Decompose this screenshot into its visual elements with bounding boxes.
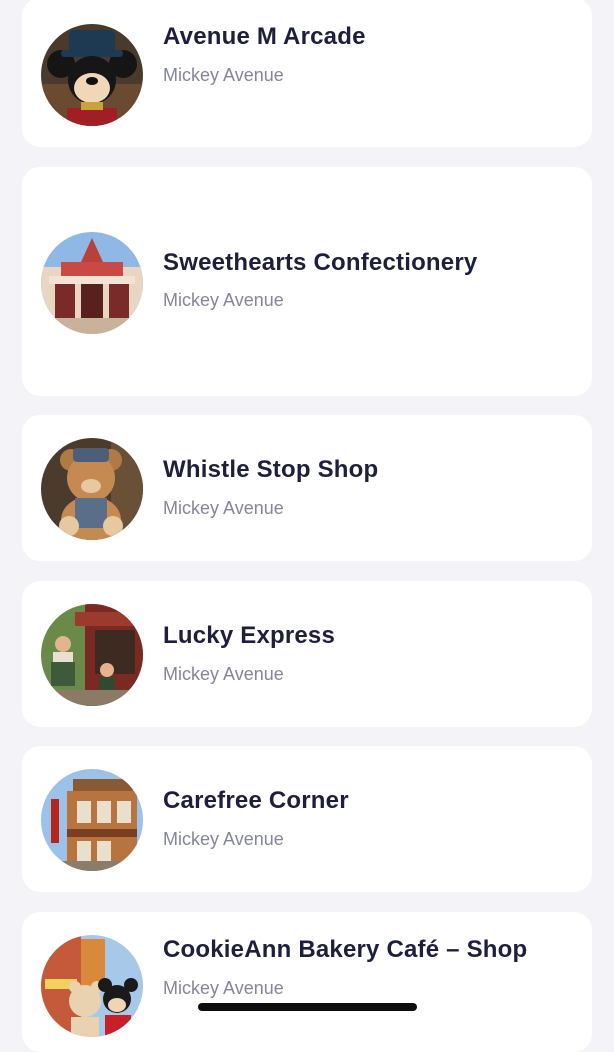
shop-area: Mickey Avenue: [163, 65, 284, 85]
shop-name: Whistle Stop Shop: [163, 456, 379, 483]
shop-thumbnail-image: [41, 935, 143, 1037]
shop-name: CookieAnn Bakery Café – Shop: [163, 936, 528, 963]
shop-area: Mickey Avenue: [163, 290, 284, 310]
shop-card-lucky-express[interactable]: Lucky Express Mickey Avenue: [22, 581, 592, 727]
shop-card-carefree-corner[interactable]: Carefree Corner Mickey Avenue: [22, 746, 592, 892]
shop-card-sweethearts-confectionery[interactable]: Sweethearts Confectionery Mickey Avenue: [22, 167, 592, 396]
shop-card-avenue-m-arcade[interactable]: Avenue M Arcade Mickey Avenue: [22, 0, 592, 147]
shop-thumbnail-image: [41, 24, 143, 126]
shop-card-cookieann-bakery-cafe-shop[interactable]: CookieAnn Bakery Café – Shop Mickey Aven…: [22, 912, 592, 1052]
shop-thumbnail-image: [41, 438, 143, 540]
home-indicator[interactable]: [198, 1003, 417, 1011]
shop-thumbnail-image: [41, 604, 143, 706]
shop-name: Sweethearts Confectionery: [163, 249, 478, 276]
shop-card-whistle-stop-shop[interactable]: Whistle Stop Shop Mickey Avenue: [22, 415, 592, 561]
shop-area: Mickey Avenue: [163, 498, 284, 518]
shop-name: Carefree Corner: [163, 787, 349, 814]
shop-area: Mickey Avenue: [163, 978, 284, 998]
shop-name: Lucky Express: [163, 622, 336, 649]
shop-area: Mickey Avenue: [163, 664, 284, 684]
shop-list: Avenue M Arcade Mickey Avenue Sweetheart…: [0, 0, 614, 1052]
shop-name: Avenue M Arcade: [163, 23, 366, 50]
shop-thumbnail-image: [41, 769, 143, 871]
shop-thumbnail-image: [41, 232, 143, 334]
shop-area: Mickey Avenue: [163, 829, 284, 849]
